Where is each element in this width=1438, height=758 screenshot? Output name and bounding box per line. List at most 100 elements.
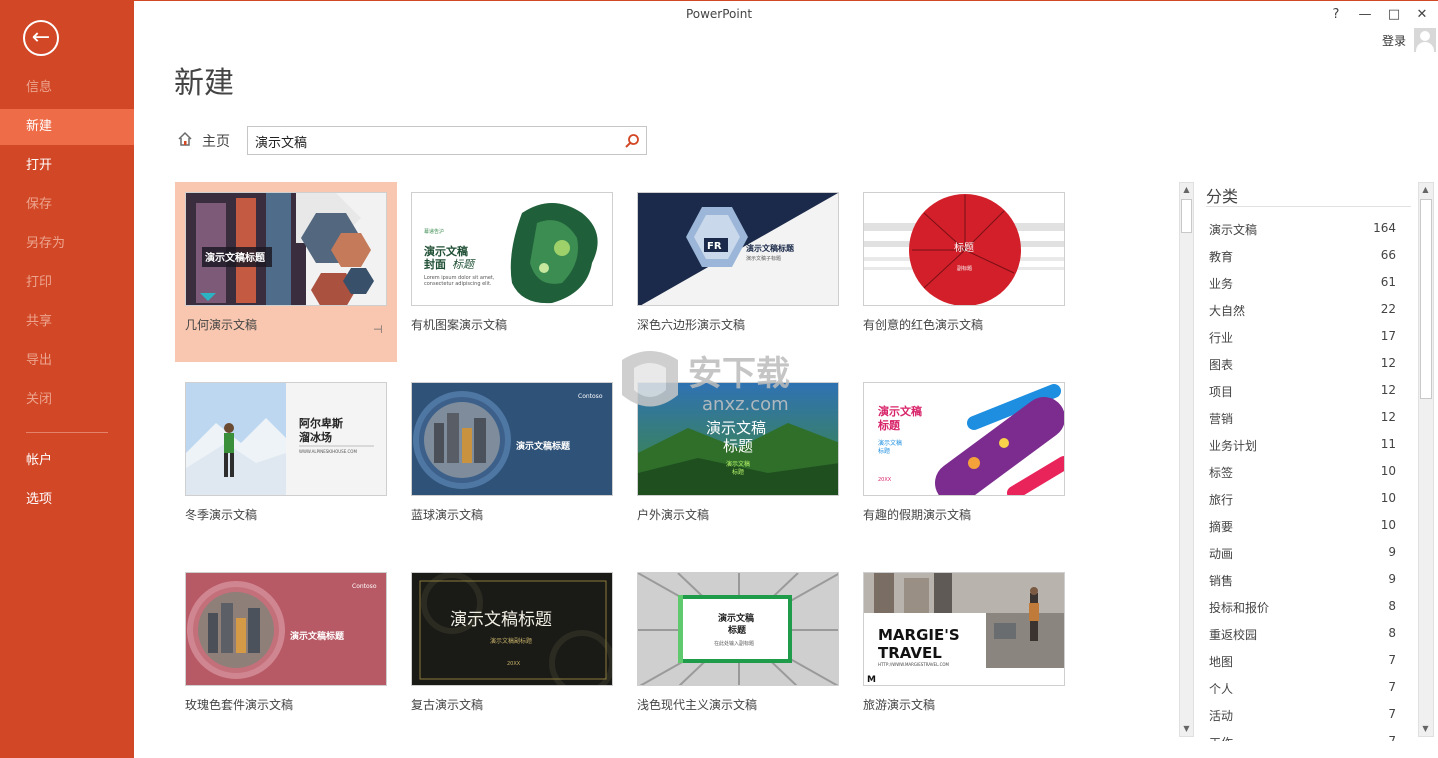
thumb-brand: Contoso (352, 583, 377, 590)
breadcrumb-home[interactable]: 主页 (202, 131, 230, 151)
category-name: 重返校园 (1209, 628, 1258, 642)
thumb-subtitle: 演示文稿 (726, 460, 750, 468)
category-count: 8 (1388, 626, 1396, 640)
sidebar-item-close[interactable]: 关闭 (0, 382, 134, 418)
template-name: 冬季演示文稿 (185, 508, 258, 522)
template-tile-travel[interactable]: MARGIE'S TRAVEL HTTP://WWW.MARGIESTRAVEL… (853, 562, 1075, 742)
category-item[interactable]: 大自然 22 (1206, 300, 1396, 322)
category-item[interactable]: 营销 12 (1206, 408, 1396, 430)
home-icon[interactable] (177, 131, 193, 147)
template-name: 户外演示文稿 (637, 508, 710, 522)
template-tile-outdoor[interactable]: 演示文稿 标题 演示文稿 标题 户外演示文稿 (627, 372, 849, 552)
scroll-down-icon[interactable]: ▼ (1419, 722, 1432, 736)
template-tile-dark-hex[interactable]: FR 演示文稿标题 演示文稿子标题 深色六边形演示文稿 (627, 182, 849, 362)
close-button[interactable]: ✕ (1408, 5, 1436, 25)
category-item[interactable]: 动画 9 (1206, 543, 1396, 565)
template-tile-rose-suite[interactable]: 演示文稿标题 Contoso 玫瑰色套件演示文稿 (175, 562, 397, 742)
search-icon[interactable] (624, 133, 640, 149)
category-item[interactable]: 图表 12 (1206, 354, 1396, 376)
template-tile-retro[interactable]: 演示文稿标题 演示文稿副标题 20XX 复古演示文稿 (401, 562, 623, 742)
template-name: 蓝球演示文稿 (411, 508, 484, 522)
template-tile-blue-ball[interactable]: 演示文稿标题 Contoso 蓝球演示文稿 (401, 372, 623, 552)
sidebar-item-options[interactable]: 选项 (0, 482, 134, 518)
scroll-up-icon[interactable]: ▲ (1180, 183, 1193, 197)
minimize-button[interactable]: — (1351, 5, 1379, 25)
sidebar-item-print[interactable]: 打印 (0, 265, 134, 301)
user-avatar-icon[interactable] (1414, 28, 1436, 52)
thumb-title: 演示文稿 (718, 612, 754, 624)
category-count: 7 (1388, 707, 1396, 721)
category-count: 9 (1388, 545, 1396, 559)
sidebar-divider (26, 432, 108, 433)
templates-scrollbar[interactable]: ▲ ▼ (1179, 182, 1194, 737)
category-name: 动画 (1209, 547, 1234, 561)
thumb-title: MARGIE'S (878, 626, 960, 644)
sidebar-item-share[interactable]: 共享 (0, 304, 134, 340)
template-tile-light-modernist[interactable]: 演示文稿 标题 在此处输入副标题 浅色现代主义演示文稿 (627, 562, 849, 742)
search-input[interactable] (255, 132, 615, 150)
sidebar-item-save[interactable]: 保存 (0, 187, 134, 223)
thumb-year: 20XX (878, 477, 892, 483)
sidebar-item-info[interactable]: 信息 (0, 70, 134, 106)
category-item[interactable]: 教育 66 (1206, 246, 1396, 268)
template-name: 有创意的红色演示文稿 (863, 318, 984, 332)
categories-scrollbar[interactable]: ▲ ▼ (1418, 182, 1434, 737)
thumb-title2: 溜冰场 (299, 430, 332, 444)
template-search-box (247, 126, 647, 155)
category-item[interactable]: 业务 61 (1206, 273, 1396, 295)
thumb-title: 演示文稿标题 (450, 610, 552, 630)
scroll-down-icon[interactable]: ▼ (1180, 722, 1193, 736)
category-item[interactable]: 行业 17 (1206, 327, 1396, 349)
template-tile-organic[interactable]: 幕递告沪 演示文稿 封面 标题 Lorem ipsum dolor sit am… (401, 182, 623, 362)
category-item[interactable]: 销售 9 (1206, 570, 1396, 592)
sidebar-item-open[interactable]: 打开 (0, 148, 134, 184)
scroll-up-icon[interactable]: ▲ (1419, 183, 1432, 197)
thumb-subtitle: 演示文稿 (878, 439, 902, 447)
category-item[interactable]: 重返校园 8 (1206, 624, 1396, 646)
thumb-subtitle2: 标题 (732, 468, 744, 476)
category-item[interactable]: 旅行 10 (1206, 489, 1396, 511)
category-count: 61 (1380, 275, 1396, 289)
category-item[interactable]: 工作 7 (1206, 732, 1396, 741)
category-count: 10 (1380, 464, 1396, 478)
category-item[interactable]: 演示文稿 164 (1206, 219, 1396, 241)
template-thumbnail: 幕递告沪 演示文稿 封面 标题 Lorem ipsum dolor sit am… (411, 192, 613, 306)
category-item[interactable]: 项目 12 (1206, 381, 1396, 403)
sidebar-item-export[interactable]: 导出 (0, 343, 134, 379)
sidebar-item-account[interactable]: 帐户 (0, 443, 134, 479)
template-tile-creative-red[interactable]: 标题 副标题 有创意的红色演示文稿 (853, 182, 1075, 362)
category-item[interactable]: 活动 7 (1206, 705, 1396, 727)
category-count: 12 (1380, 356, 1396, 370)
thumb-title: 演示文稿标题 (516, 440, 571, 452)
category-count: 9 (1388, 572, 1396, 586)
scrollbar-thumb[interactable] (1181, 199, 1192, 233)
template-tile-geometric[interactable]: 演示文稿标题 几何演示文稿 ⊣ (175, 182, 397, 362)
category-count: 22 (1380, 302, 1396, 316)
template-thumbnail: 阿尔卑斯 溜冰场 WWW.ALPINESKIHOUSE.COM (185, 382, 387, 496)
category-item[interactable]: 业务计划 11 (1206, 435, 1396, 457)
pin-icon[interactable]: ⊣ (373, 323, 383, 336)
category-item[interactable]: 标签 10 (1206, 462, 1396, 484)
category-item[interactable]: 地图 7 (1206, 651, 1396, 673)
template-tile-fun-vacation[interactable]: 演示文稿 标题 演示文稿 标题 20XX 有趣的假期演示文稿 (853, 372, 1075, 552)
window-title: PowerPoint (685, 7, 753, 21)
template-tile-winter[interactable]: 阿尔卑斯 溜冰场 WWW.ALPINESKIHOUSE.COM 冬季演示文稿 (175, 372, 397, 552)
category-item[interactable]: 投标和报价 8 (1206, 597, 1396, 619)
back-arrow-icon[interactable]: ← (23, 20, 59, 56)
category-name: 个人 (1209, 682, 1234, 696)
category-name: 地图 (1209, 655, 1234, 669)
sidebar-item-new[interactable]: 新建 (0, 109, 134, 145)
thumb-letter: M (867, 675, 876, 685)
thumb-title: 演示文稿 (424, 244, 468, 258)
sign-in-link[interactable]: 登录 (1382, 32, 1406, 49)
maximize-button[interactable]: □ (1380, 5, 1408, 25)
category-name: 标签 (1209, 466, 1234, 480)
help-button[interactable]: ? (1322, 5, 1350, 25)
category-item[interactable]: 摘要 10 (1206, 516, 1396, 538)
thumb-title2b: 标题 (452, 258, 476, 271)
category-item[interactable]: 个人 7 (1206, 678, 1396, 700)
scrollbar-thumb[interactable] (1420, 199, 1432, 399)
category-count: 10 (1380, 491, 1396, 505)
thumb-title: 演示文稿 (878, 404, 922, 418)
sidebar-item-save-as[interactable]: 另存为 (0, 226, 134, 262)
